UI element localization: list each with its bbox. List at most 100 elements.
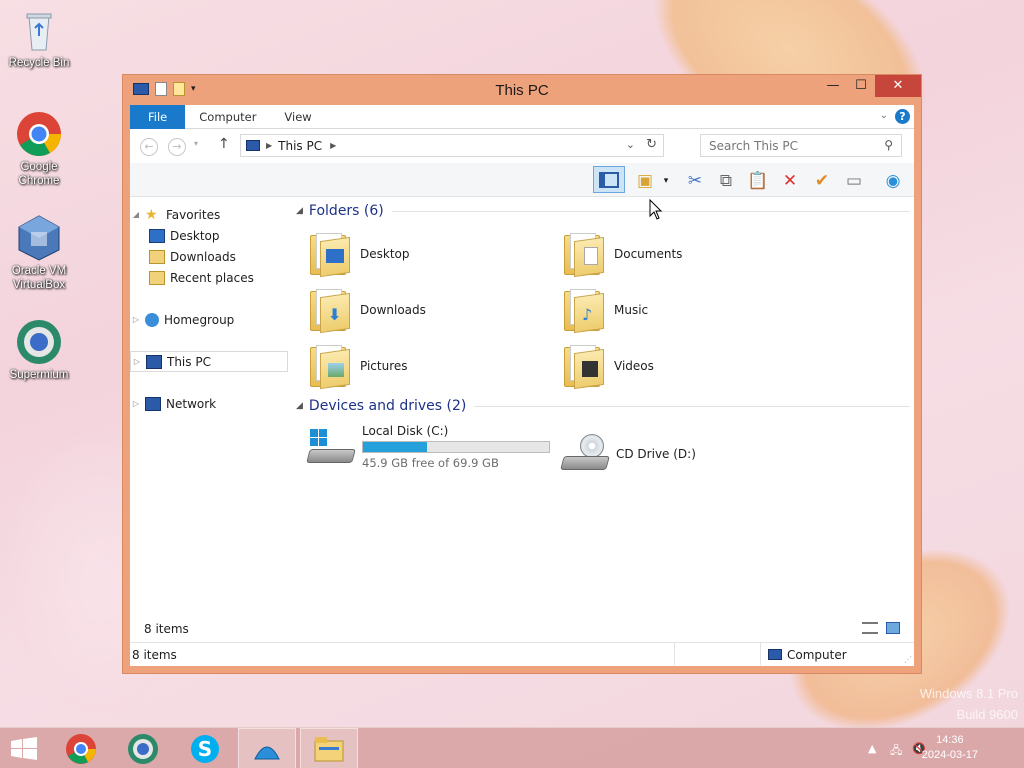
status-location: Computer bbox=[787, 648, 847, 662]
details-view-icon[interactable] bbox=[862, 622, 878, 634]
dropdown-arrow-icon[interactable]: ▾ bbox=[660, 170, 672, 192]
copy-icon[interactable]: ⧉ bbox=[715, 170, 737, 192]
taskbar-supermium[interactable] bbox=[114, 728, 172, 768]
start-button[interactable] bbox=[0, 728, 48, 768]
drive-usage-fill bbox=[363, 442, 427, 452]
content-pane: ◢ Folders (6) Desktop Documents ⬇ Downlo… bbox=[296, 198, 914, 630]
mouse-cursor-icon bbox=[649, 199, 663, 220]
cut-icon[interactable]: ✂ bbox=[684, 170, 706, 192]
collapse-group-icon[interactable]: ◢ bbox=[296, 401, 303, 411]
large-icons-view-icon[interactable] bbox=[886, 622, 900, 634]
search-placeholder: Search This PC bbox=[709, 139, 798, 153]
check-icon[interactable]: ✔ bbox=[811, 170, 833, 192]
taskbar-chrome[interactable] bbox=[52, 728, 110, 768]
shell-app-icon bbox=[254, 746, 280, 759]
folder-videos[interactable]: Videos bbox=[562, 341, 802, 391]
chrome-icon bbox=[15, 110, 63, 158]
nav-recent-places[interactable]: Recent places bbox=[130, 267, 288, 288]
navigation-pane: ◢ ★ Favorites Desktop Downloads Recent p… bbox=[130, 198, 288, 630]
navigation-pane-icon[interactable] bbox=[593, 166, 625, 193]
close-button[interactable]: ✕ bbox=[875, 75, 921, 97]
nav-desktop[interactable]: Desktop bbox=[130, 225, 288, 246]
item-count: 8 items bbox=[144, 622, 189, 636]
window-title: This PC bbox=[495, 82, 549, 99]
explorer-window: ▾ This PC — ☐ ✕ File Computer View ⌄ ? ←… bbox=[122, 74, 922, 674]
nav-homegroup[interactable]: ▷ Homegroup bbox=[130, 309, 288, 330]
folder-music[interactable]: ♪ Music bbox=[562, 285, 802, 335]
folder-label: Videos bbox=[614, 359, 654, 373]
window-client: File Computer View ⌄ ? ← → ▾ ↑ ▶ This PC… bbox=[130, 104, 914, 666]
nav-label: This PC bbox=[167, 354, 211, 369]
refresh-icon[interactable]: ↻ bbox=[646, 137, 657, 152]
taskbar-file-explorer[interactable] bbox=[300, 728, 358, 768]
folder-pictures[interactable]: Pictures bbox=[308, 341, 548, 391]
desktop-icon-label: Recycle Bin bbox=[8, 57, 70, 69]
desktop-icon-label: Google Chrome bbox=[18, 161, 60, 187]
taskbar-shell-app[interactable] bbox=[238, 728, 296, 768]
help-icon[interactable]: ? bbox=[895, 109, 910, 124]
tab-computer[interactable]: Computer bbox=[185, 105, 270, 129]
tab-view[interactable]: View bbox=[270, 105, 325, 129]
desktop-icon-label: Supermium bbox=[9, 369, 69, 381]
windows-logo-icon bbox=[11, 736, 37, 760]
nav-label: Recent places bbox=[170, 270, 254, 285]
desktop-icon-google-chrome[interactable]: Google Chrome bbox=[4, 110, 74, 188]
tab-file[interactable]: File bbox=[130, 104, 186, 129]
expand-icon[interactable]: ▷ bbox=[130, 315, 142, 324]
breadcrumb-separator-icon[interactable]: ▶ bbox=[330, 141, 336, 150]
folder-downloads[interactable]: ⬇ Downloads bbox=[308, 285, 548, 335]
downloads-folder-icon: ⬇ bbox=[308, 287, 352, 334]
recent-locations-icon[interactable]: ▾ bbox=[194, 139, 198, 148]
search-input[interactable]: Search This PC ⚲ bbox=[700, 134, 902, 157]
title-bar[interactable]: ▾ This PC — ☐ ✕ bbox=[123, 75, 921, 105]
up-button[interactable]: ↑ bbox=[218, 136, 230, 152]
breadcrumb-separator-icon[interactable]: ▶ bbox=[266, 141, 272, 150]
select-checkbox-icon[interactable]: ▣ bbox=[634, 170, 656, 192]
delete-icon[interactable]: ✕ bbox=[779, 170, 801, 192]
minimize-button[interactable]: — bbox=[819, 75, 847, 97]
computer-icon bbox=[768, 649, 782, 660]
desktop-icon-label: Oracle VM VirtualBox bbox=[11, 265, 67, 291]
folder-label: Music bbox=[614, 303, 649, 317]
rename-icon[interactable]: ▭ bbox=[843, 170, 865, 192]
supermium-icon bbox=[15, 318, 63, 366]
nav-downloads[interactable]: Downloads bbox=[130, 246, 288, 267]
folder-documents[interactable]: Documents bbox=[562, 229, 802, 279]
status-bar: 8 items Computer ⋰ bbox=[130, 642, 914, 666]
maximize-button[interactable]: ☐ bbox=[847, 75, 875, 97]
drive-d[interactable]: CD Drive (D:) bbox=[560, 434, 696, 474]
network-tray-icon[interactable]: 🖧 bbox=[890, 742, 902, 761]
breadcrumb-this-pc[interactable]: This PC bbox=[278, 139, 322, 153]
group-folders-header[interactable]: ◢ Folders (6) bbox=[296, 202, 910, 220]
drive-c[interactable]: Local Disk (C:) 45.9 GB free of 69.9 GB bbox=[306, 424, 550, 470]
address-dropdown-icon[interactable]: ⌄ bbox=[626, 138, 635, 151]
shell-app-icon[interactable]: ◉ bbox=[882, 170, 904, 192]
back-button[interactable]: ← bbox=[140, 138, 158, 156]
nav-network[interactable]: ▷ Network bbox=[130, 393, 288, 414]
nav-label: Downloads bbox=[170, 249, 236, 264]
resize-grip-icon[interactable]: ⋰ bbox=[904, 655, 912, 664]
folder-desktop[interactable]: Desktop bbox=[308, 229, 548, 279]
desktop-icon-supermium[interactable]: Supermium bbox=[4, 318, 74, 382]
group-title: Folders (6) bbox=[308, 203, 384, 219]
expand-icon[interactable]: ▷ bbox=[131, 357, 143, 366]
expand-icon[interactable]: ▷ bbox=[130, 399, 142, 408]
address-bar[interactable]: ▶ This PC ▶ ⌄ ↻ bbox=[240, 134, 664, 157]
desktop-icon-recycle-bin[interactable]: Recycle Bin bbox=[4, 6, 74, 70]
clock[interactable]: 14:36 2024-03-17 bbox=[922, 733, 978, 763]
address-row: ← → ▾ ↑ ▶ This PC ▶ ⌄ ↻ Search This PC ⚲ bbox=[130, 129, 914, 163]
taskbar-skype[interactable]: S bbox=[176, 728, 234, 768]
paste-icon[interactable]: 📋 bbox=[747, 170, 769, 192]
collapse-group-icon[interactable]: ◢ bbox=[296, 206, 303, 216]
show-hidden-icons-icon[interactable]: ▲ bbox=[868, 742, 876, 755]
collapse-icon[interactable]: ◢ bbox=[130, 210, 142, 219]
nav-this-pc[interactable]: ▷ This PC bbox=[130, 351, 288, 372]
drive-free-space: 45.9 GB free of 69.9 GB bbox=[362, 456, 499, 470]
cd-drive-icon bbox=[560, 434, 610, 474]
pictures-folder-icon bbox=[308, 343, 352, 390]
nav-favorites[interactable]: ◢ ★ Favorites bbox=[130, 204, 288, 225]
expand-ribbon-icon[interactable]: ⌄ bbox=[880, 110, 888, 121]
forward-button[interactable]: → bbox=[168, 138, 186, 156]
group-devices-header[interactable]: ◢ Devices and drives (2) bbox=[296, 397, 910, 415]
desktop-icon-virtualbox[interactable]: Oracle VM VirtualBox bbox=[4, 214, 74, 292]
